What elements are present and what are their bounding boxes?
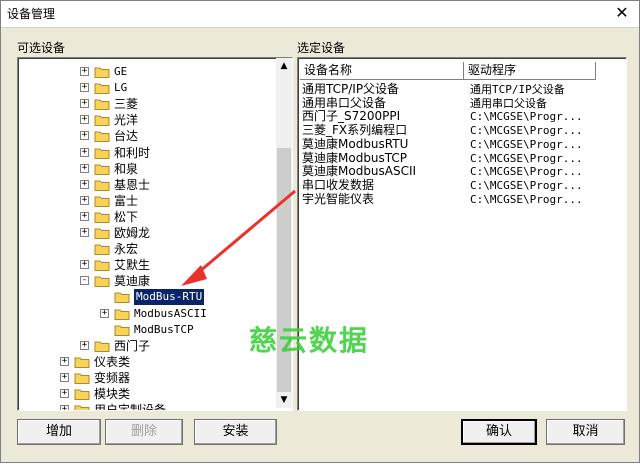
add-button[interactable]: 增加 [17,419,101,445]
delete-button[interactable]: 删除 [105,419,183,445]
annotation-arrow [181,189,296,286]
install-button[interactable]: 安装 [194,419,277,445]
ok-button[interactable]: 确认 [461,419,537,445]
cancel-button[interactable]: 取消 [546,419,625,445]
device-manager-dialog: 设备管理 ✕ 可选设备 选定设备 + GE + LG + 三菱 + 光洋 + 台达 + 和利时 + 和泉 +… [0,0,640,463]
watermark-text: 慈云数据 [249,324,370,357]
